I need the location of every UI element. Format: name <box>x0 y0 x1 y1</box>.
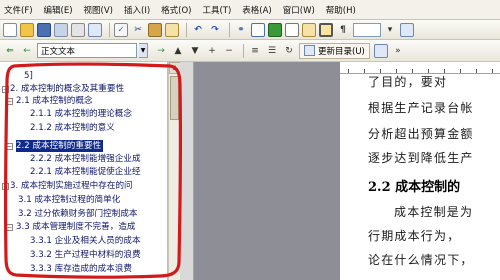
outline-item[interactable]: 3.2 过分依赖财务部门控制成本 <box>18 208 138 220</box>
redo-icon[interactable]: ↷ <box>208 23 222 37</box>
outline-item[interactable]: 3. 成本控制实施过程中存在的问 <box>10 180 133 192</box>
menu-insert[interactable]: 插入(I) <box>124 4 150 16</box>
ruler-tick <box>492 69 493 73</box>
print-icon[interactable] <box>71 22 85 37</box>
promote-icon[interactable]: ⇐ <box>3 44 17 58</box>
toolbar-separator <box>186 22 187 37</box>
toc-icon <box>304 45 315 56</box>
standard-toolbar: ✓ ✂ ↶ ↷ ⚭ ¶ ▾ <box>0 20 500 40</box>
collapse-toggle-icon[interactable]: − <box>2 86 9 93</box>
drawing-icon[interactable] <box>302 22 316 37</box>
paste-icon[interactable] <box>148 22 162 37</box>
outline-item[interactable]: 5] <box>24 70 33 82</box>
zoom-dropdown-icon[interactable]: ▾ <box>383 23 397 37</box>
hyperlink-icon[interactable]: ⚭ <box>234 23 248 37</box>
outline-item[interactable]: 3.3.1 企业及相关人员的成本 <box>30 235 141 247</box>
document-map-icon[interactable] <box>319 22 333 37</box>
menu-view[interactable]: 视图(V) <box>84 4 113 16</box>
cut-icon[interactable]: ✂ <box>131 23 145 37</box>
toolbar-separator <box>109 22 110 37</box>
ruler-tick <box>412 69 413 73</box>
ruler-tick <box>476 69 477 73</box>
update-toc-label: 更新目录(U) <box>318 46 365 57</box>
body-text-line: 论在什么情况下， <box>368 253 474 267</box>
move-down-icon[interactable]: ▼ <box>188 44 202 58</box>
outline-item[interactable]: 3.3.2 生产过程中材料的浪费 <box>30 249 141 261</box>
document-page[interactable]: 了目的，要对 根据生产记录台帐 分析超出预算金额 逐步达到降低生产 2.2 成本… <box>340 74 500 280</box>
menu-file[interactable]: 文件(F) <box>4 4 33 16</box>
ruler-tick <box>380 69 381 73</box>
expand-icon[interactable]: + <box>205 44 219 58</box>
menu-edit[interactable]: 编辑(E) <box>44 4 73 16</box>
outline-item[interactable]: 2.1 成本控制的概念 <box>16 95 93 107</box>
move-up-icon[interactable]: ▲ <box>171 44 185 58</box>
insert-table-icon[interactable] <box>251 22 265 37</box>
body-text-line: 行期成本行为， <box>368 229 461 243</box>
outlining-toolbar: ⇐ ← 正文文本 ▼ → ▲ ▼ + − ≡ ☰ ↻ 更新目录(U) » <box>0 40 500 62</box>
toolbar-options-icon[interactable]: » <box>391 44 405 58</box>
outline-item[interactable]: 2.1.2 成本控制的意义 <box>30 122 115 134</box>
show-formatting-icon[interactable]: ¶ <box>336 23 350 37</box>
outline-item[interactable]: 2.2.2 成本控制能增强企业成 <box>30 153 141 165</box>
outline-scrollbar[interactable]: ▲ <box>168 62 181 280</box>
ruler-tick <box>348 69 349 73</box>
reading-icon[interactable] <box>400 22 414 37</box>
vertical-ruler <box>180 62 194 280</box>
goto-toc-icon[interactable] <box>373 43 388 58</box>
permission-icon[interactable] <box>54 22 68 37</box>
collapse-toggle-icon[interactable]: − <box>6 98 13 105</box>
outline-item[interactable]: 2.1.1 成本控制的理论概念 <box>30 108 132 120</box>
outline-item[interactable]: 3.1 成本控制过程的简单化 <box>18 194 120 206</box>
save-icon[interactable] <box>37 22 51 37</box>
horizontal-ruler <box>340 62 500 74</box>
menu-window[interactable]: 窗口(W) <box>283 4 315 16</box>
body-text-line: 逐步达到降低生产 <box>368 151 474 165</box>
ruler-tick <box>364 69 365 73</box>
ruler-tick <box>460 69 461 73</box>
format-painter-icon[interactable] <box>165 22 179 37</box>
open-icon[interactable] <box>20 22 34 37</box>
menu-table[interactable]: 表格(A) <box>242 4 271 16</box>
show-level-icon[interactable]: ≡ <box>248 44 262 58</box>
ruler-tick <box>428 69 429 73</box>
ruler-tick <box>444 69 445 73</box>
insert-excel-icon[interactable] <box>268 22 282 37</box>
section-heading: 2.2 成本控制的 <box>368 180 461 195</box>
promote-step-icon[interactable]: ← <box>20 44 34 58</box>
menu-help[interactable]: 帮助(H) <box>326 4 356 16</box>
body-text-line: 分析超出预算金额 <box>368 127 474 141</box>
print-preview-icon[interactable] <box>88 22 102 37</box>
menu-bar: 文件(F) 编辑(E) 视图(V) 插入(I) 格式(O) 工具(T) 表格(A… <box>0 0 500 20</box>
scroll-thumb[interactable] <box>170 76 179 120</box>
style-dropdown-icon[interactable]: ▼ <box>139 43 148 58</box>
toolbar-separator <box>229 22 230 37</box>
new-document-icon[interactable] <box>3 22 17 37</box>
outline-item[interactable]: 3.3.3 库存造成的成本浪费 <box>30 263 132 275</box>
columns-icon[interactable] <box>285 22 299 37</box>
show-first-line-icon[interactable]: ☰ <box>265 44 279 58</box>
collapse-icon[interactable]: − <box>222 44 236 58</box>
menu-tools[interactable]: 工具(T) <box>202 4 231 16</box>
outline-item-selected[interactable]: 2.2 成本控制的重要性 <box>16 140 104 152</box>
undo-icon[interactable]: ↶ <box>191 23 205 37</box>
ruler-tick <box>396 69 397 73</box>
update-toc-icon[interactable]: ↻ <box>282 44 296 58</box>
toolbar-separator <box>243 43 244 58</box>
body-text-line: 根据生产记录台帐 <box>368 101 474 115</box>
menu-format[interactable]: 格式(O) <box>161 4 191 16</box>
zoom-box[interactable] <box>353 22 381 37</box>
demote-icon[interactable]: → <box>154 44 168 58</box>
body-text-line: 了目的，要对 <box>368 75 448 89</box>
style-select[interactable]: 正文文本 <box>37 43 137 58</box>
collapse-toggle-icon[interactable]: − <box>2 183 9 190</box>
outline-item[interactable]: 2. 成本控制的概念及其重要性 <box>10 83 124 95</box>
update-toc-button[interactable]: 更新目录(U) <box>299 42 370 59</box>
collapse-toggle-icon[interactable]: − <box>6 224 13 231</box>
outline-pane: 5] − 2. 成本控制的概念及其重要性 − 2.1 成本控制的概念 2.1.1… <box>0 62 168 280</box>
outline-item[interactable]: 3.3 成本管理制度不完善，造成 <box>16 221 136 233</box>
collapse-toggle-icon[interactable]: − <box>6 143 13 150</box>
outline-item[interactable]: 2.2.1 成本控制能促使企业经 <box>30 166 141 178</box>
body-text-line: 成本控制是为 <box>394 205 474 219</box>
spelling-icon[interactable]: ✓ <box>114 22 128 37</box>
